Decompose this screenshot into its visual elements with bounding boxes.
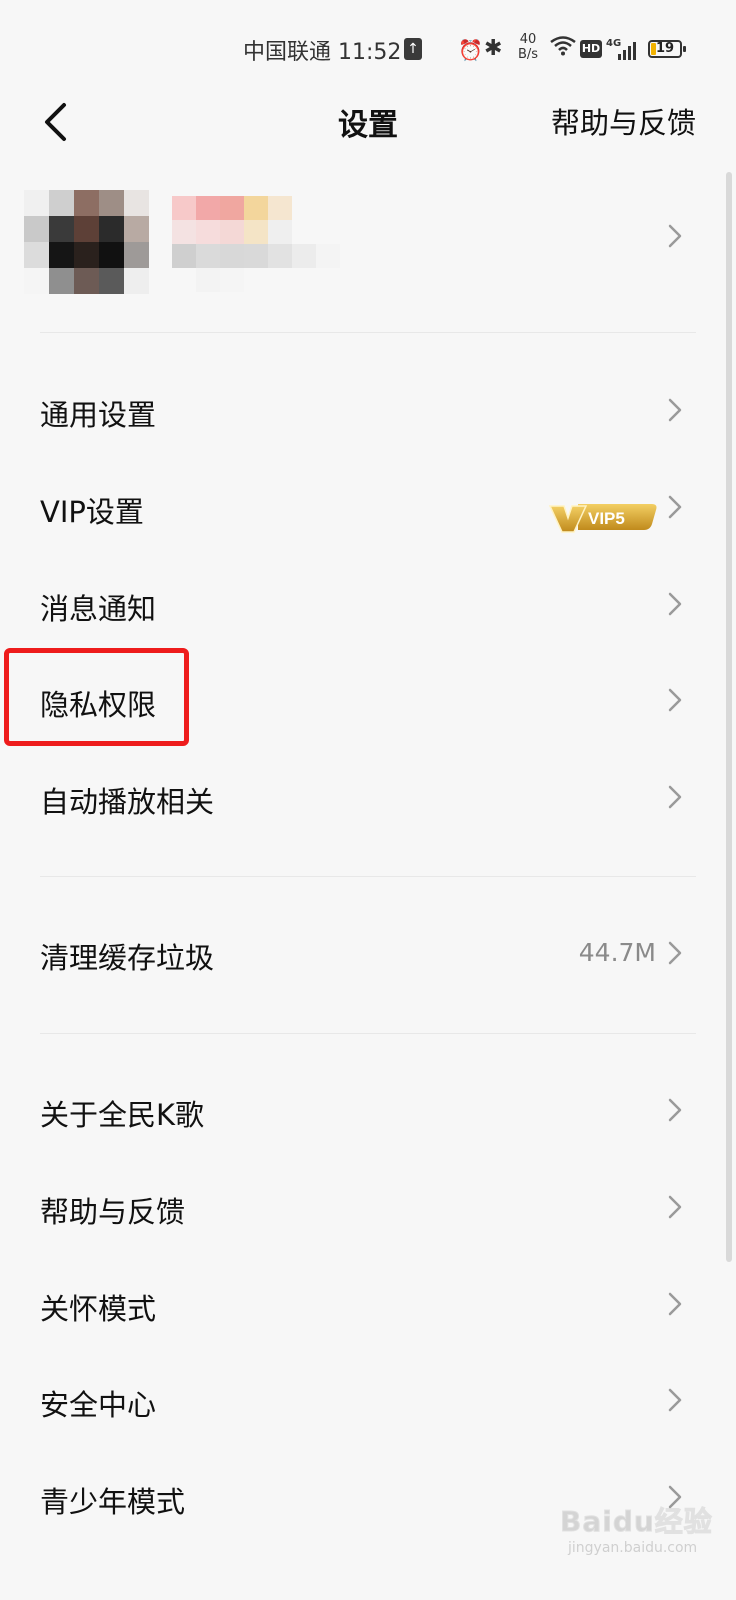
row-label: VIP设置: [40, 495, 144, 529]
chevron-right-icon: [668, 1292, 682, 1316]
upload-icon: ↑: [404, 38, 422, 60]
row-general-settings[interactable]: 通用设置: [0, 362, 736, 458]
chevron-right-icon: [668, 1195, 682, 1219]
nickname-blurred: [172, 196, 342, 292]
row-label: 自动播放相关: [40, 785, 215, 819]
avatar: [24, 190, 150, 296]
chevron-right-icon: [668, 224, 682, 248]
cache-size: 44.7M: [578, 938, 656, 967]
row-label: 青少年模式: [40, 1485, 186, 1519]
watermark: Baidu经验 jingyan.baidu.com: [560, 1500, 730, 1590]
chevron-right-icon: [668, 1098, 682, 1122]
chevron-right-icon: [668, 688, 682, 712]
watermark-logo: Baidu经验: [560, 1505, 713, 1539]
divider: [40, 1033, 696, 1034]
chevron-right-icon: [668, 592, 682, 616]
highlight-box: [4, 648, 189, 746]
wifi-icon: [550, 36, 576, 56]
row-label: 通用设置: [40, 398, 157, 432]
bluetooth-icon: ✱: [484, 36, 503, 61]
chevron-right-icon: [668, 941, 682, 965]
row-label: 关怀模式: [40, 1292, 157, 1326]
divider: [40, 876, 696, 877]
row-label: 帮助与反馈: [40, 1195, 186, 1229]
hd-icon: HD: [580, 40, 602, 58]
network-speed: 40 B/s: [517, 32, 539, 62]
chevron-right-icon: [668, 785, 682, 809]
chevron-right-icon: [668, 1388, 682, 1412]
vip-level-badge: VIP5: [548, 504, 657, 533]
row-label: 安全中心: [40, 1388, 157, 1422]
scrollbar[interactable]: [726, 172, 732, 1262]
row-label: 消息通知: [40, 592, 157, 626]
signal-icon: 4G: [606, 38, 642, 60]
row-clear-cache[interactable]: 清理缓存垃圾 44.7M: [0, 905, 736, 1001]
row-autoplay[interactable]: 自动播放相关: [0, 749, 736, 845]
row-about[interactable]: 关于全民K歌: [0, 1062, 736, 1158]
row-care-mode[interactable]: 关怀模式: [0, 1256, 736, 1352]
divider: [40, 332, 696, 333]
status-bar: 中国联通 11:52 ↑ ⏰ ✱ 40 B/s HD 4G 19: [0, 0, 736, 96]
watermark-url: jingyan.baidu.com: [568, 1540, 698, 1556]
help-feedback-link[interactable]: 帮助与反馈: [551, 100, 696, 142]
row-notifications[interactable]: 消息通知: [0, 556, 736, 652]
row-help-feedback[interactable]: 帮助与反馈: [0, 1159, 736, 1255]
chevron-right-icon: [668, 495, 682, 519]
chevron-right-icon: [668, 398, 682, 422]
alarm-icon: ⏰: [458, 38, 483, 62]
svg-text:VIP5: VIP5: [588, 509, 625, 528]
row-label: 清理缓存垃圾: [40, 941, 215, 975]
row-label: 关于全民K歌: [40, 1098, 205, 1132]
battery-icon: 19: [648, 40, 686, 58]
carrier-time: 中国联通 11:52: [243, 40, 402, 65]
row-security-center[interactable]: 安全中心: [0, 1352, 736, 1448]
